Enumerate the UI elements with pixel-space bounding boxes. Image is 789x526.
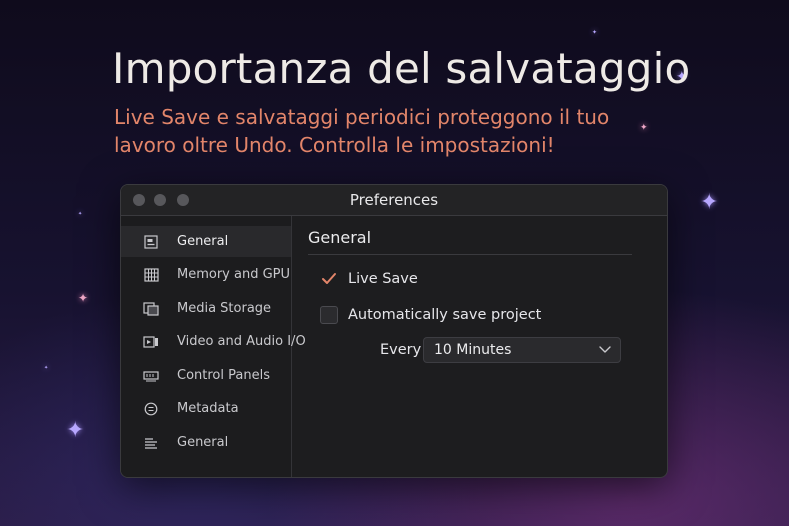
- sidebar-item-label: General: [177, 435, 229, 450]
- preferences-window: Preferences General Memory and GPU Media…: [120, 184, 668, 478]
- auto-save-label: Automatically save project: [348, 307, 542, 323]
- hero-subtitle: Live Save e salvataggi periodici protegg…: [114, 105, 610, 157]
- sidebar-item-label: Control Panels: [177, 368, 270, 383]
- chevron-down-icon: [599, 346, 611, 353]
- sidebar-item-general-2[interactable]: General: [121, 427, 291, 458]
- preferences-content: General Live Save Automatically save pro…: [292, 216, 667, 477]
- sidebar-item-label: Video and Audio I/O: [177, 334, 306, 349]
- hero-title: Importanza del salvataggio: [112, 44, 691, 93]
- sidebar-item-label: Metadata: [177, 401, 239, 416]
- auto-save-checkbox[interactable]: [320, 306, 338, 324]
- section-title: General: [308, 228, 372, 247]
- sparkle-star-icon: ✦: [78, 291, 89, 305]
- sidebar-item-metadata[interactable]: Metadata: [121, 393, 291, 424]
- checkmark-icon: [322, 273, 336, 284]
- sparkle-star-icon: ✦: [78, 211, 83, 217]
- sidebar-item-label: General: [177, 234, 229, 249]
- memory-gpu-icon: [143, 267, 159, 283]
- live-save-option[interactable]: Live Save: [320, 270, 418, 288]
- sidebar-item-label: Media Storage: [177, 301, 272, 316]
- window-title: Preferences: [349, 191, 439, 209]
- sparkle-star-icon: ✦: [66, 418, 85, 443]
- save-interval-value: 10 Minutes: [434, 342, 512, 358]
- general-settings-icon: [143, 234, 159, 250]
- video-audio-io-icon: [143, 334, 159, 350]
- auto-save-option[interactable]: Automatically save project: [320, 306, 541, 324]
- live-save-checkbox[interactable]: [320, 270, 338, 288]
- control-panels-icon: [143, 368, 159, 384]
- every-label: Every: [380, 342, 422, 358]
- save-interval-select[interactable]: 10 Minutes: [423, 337, 621, 363]
- sparkle-star-icon: ✦: [44, 365, 49, 371]
- media-storage-icon: [143, 301, 159, 317]
- list-lines-icon: [143, 435, 159, 451]
- sidebar-item-media-storage[interactable]: Media Storage: [121, 293, 291, 324]
- sidebar-item-memory-gpu[interactable]: Memory and GPU: [121, 259, 291, 290]
- metadata-icon: [143, 401, 159, 417]
- sidebar-item-control-panels[interactable]: Control Panels: [121, 360, 291, 391]
- live-save-label: Live Save: [348, 271, 418, 287]
- window-titlebar: Preferences: [121, 185, 667, 216]
- preferences-sidebar: General Memory and GPU Media Storage Vid…: [121, 216, 306, 477]
- sparkle-star-icon: ✦: [700, 190, 719, 215]
- sparkle-star-icon: ✦: [592, 29, 598, 36]
- section-divider: [308, 254, 632, 255]
- sidebar-item-general[interactable]: General: [121, 226, 291, 257]
- sidebar-item-label: Memory and GPU: [177, 267, 291, 282]
- sidebar-item-video-audio-io[interactable]: Video and Audio I/O: [121, 326, 306, 357]
